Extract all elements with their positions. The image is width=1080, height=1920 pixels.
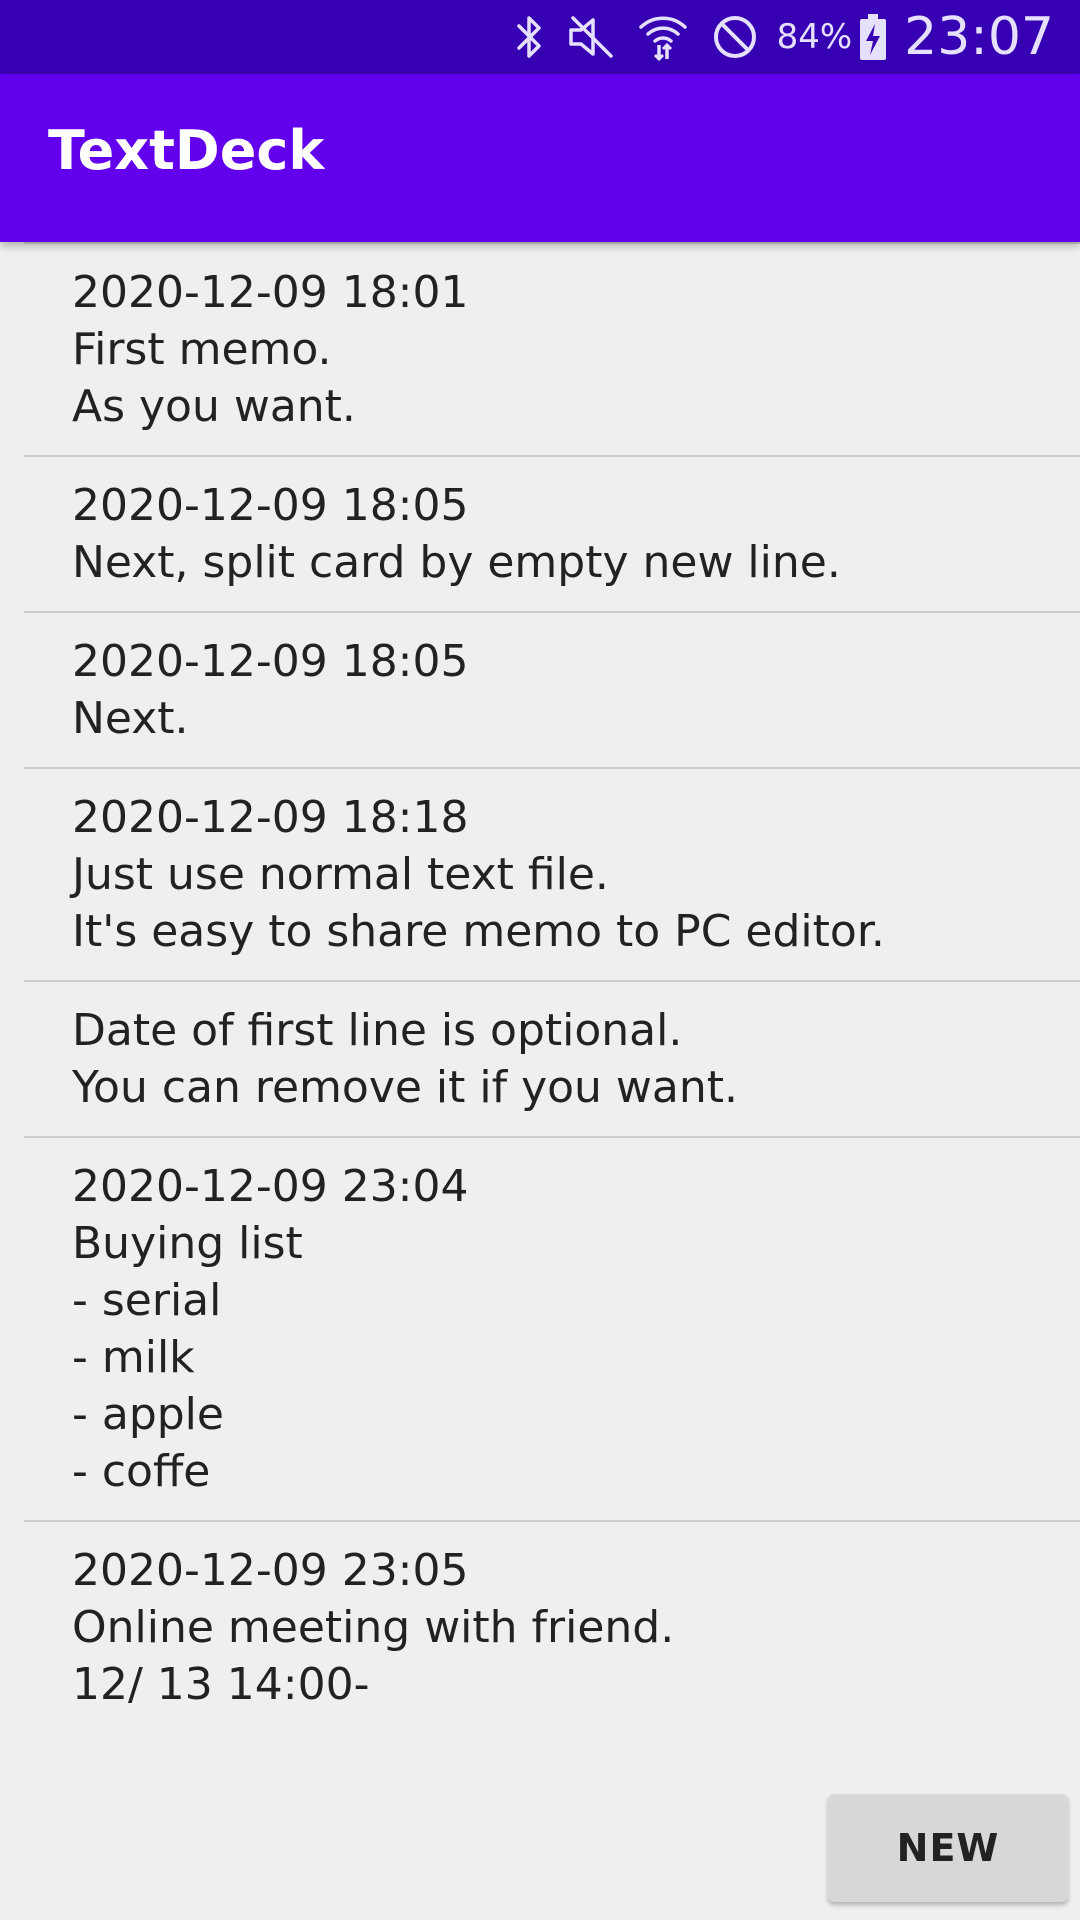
- status-icons: 84% 23:07: [493, 0, 1054, 74]
- memo-line: 12/ 13 14:00-: [72, 1659, 370, 1710]
- memo-line: - apple: [72, 1389, 224, 1440]
- app-bar: TextDeck: [0, 74, 1080, 242]
- status-clock: 23:07: [904, 7, 1054, 67]
- memo-line: 2020-12-09 18:01: [72, 267, 469, 318]
- memo-line: Next, split card by empty new line.: [72, 537, 841, 588]
- new-button[interactable]: NEW: [828, 1794, 1068, 1902]
- memo-line: 2020-12-09 18:05: [72, 636, 469, 687]
- memo-line: 2020-12-09 18:18: [72, 792, 469, 843]
- bluetooth-icon: [515, 0, 545, 74]
- app-title: TextDeck: [48, 119, 325, 182]
- wifi-icon: [637, 0, 689, 74]
- do-not-disturb-icon: [711, 0, 759, 74]
- memo-line: - milk: [72, 1332, 195, 1383]
- memo-line: Online meeting with friend.: [72, 1602, 675, 1653]
- memo-card[interactable]: 2020-12-09 18:05 Next, split card by empt…: [24, 455, 1080, 611]
- memo-line: - serial: [72, 1275, 222, 1326]
- battery-percent: 84%: [776, 17, 853, 57]
- memo-line: Just use normal text file.: [72, 849, 609, 900]
- memo-line: - coffe: [72, 1446, 211, 1497]
- memo-card[interactable]: 2020-12-09 18:01 First memo. As you want.: [24, 242, 1080, 455]
- status-bar: 84% 23:07: [0, 0, 1080, 74]
- memo-line: 2020-12-09 23:04: [72, 1161, 469, 1212]
- memo-card[interactable]: 2020-12-09 18:05 Next.: [24, 611, 1080, 767]
- memo-line: As you want.: [72, 381, 356, 432]
- memo-line: It's easy to share memo to PC editor.: [72, 906, 885, 957]
- memo-card[interactable]: 2020-12-09 23:04 Buying list - serial - mil…: [24, 1136, 1080, 1520]
- memo-card[interactable]: Date of first line is optional. You can r…: [24, 980, 1080, 1136]
- battery-charging-icon: [858, 0, 888, 74]
- mute-icon: [567, 0, 615, 74]
- memo-line: First memo.: [72, 324, 332, 375]
- memo-card[interactable]: 2020-12-09 18:18 Just use normal text fil…: [24, 767, 1080, 980]
- memo-line: Date of first line is optional.: [72, 1005, 683, 1056]
- memo-line: 2020-12-09 23:05: [72, 1545, 469, 1596]
- memo-line: Buying list: [72, 1218, 303, 1269]
- memo-line: You can remove it if you want.: [72, 1062, 738, 1113]
- memo-card[interactable]: 2020-12-09 23:05 Online meeting with frie…: [24, 1520, 1080, 1733]
- memo-line: Next.: [72, 693, 189, 744]
- memo-list: 2020-12-09 18:01 First memo. As you want. 2…: [24, 242, 1080, 1733]
- memo-line: 2020-12-09 18:05: [72, 480, 469, 531]
